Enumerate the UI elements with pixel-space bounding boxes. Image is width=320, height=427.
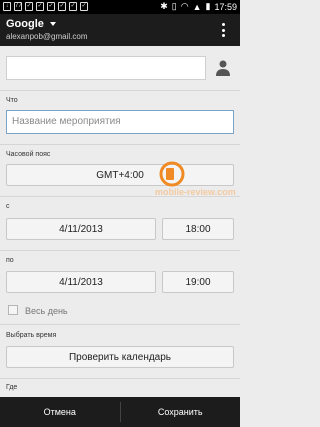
timezone-label: Часовой пояс <box>6 151 51 158</box>
action-bar: Google alexanpob@gmail.com <box>0 14 240 46</box>
save-button[interactable]: Сохранить <box>121 397 241 427</box>
calendar-field[interactable] <box>6 56 206 80</box>
event-form: Что Название мероприятия Часовой пояс GM… <box>0 46 240 397</box>
account-name: Google <box>6 18 44 30</box>
bottom-action-bar: Отмена Сохранить <box>0 397 240 427</box>
from-time-button[interactable]: 18:00 <box>162 218 234 240</box>
divider <box>0 324 240 325</box>
timezone-button[interactable]: GMT+4:00 <box>6 164 234 186</box>
divider <box>0 196 240 197</box>
from-date-button[interactable]: 4/11/2013 <box>6 218 156 240</box>
wifi-icon: ◠ <box>180 1 189 11</box>
signal-icon: ▲ <box>192 1 202 12</box>
vibrate-icon: ▯ <box>171 1 177 11</box>
what-label: Что <box>6 97 18 104</box>
divider <box>0 250 240 251</box>
status-time: 17:59 <box>214 1 237 12</box>
to-date-button[interactable]: 4/11/2013 <box>6 271 156 293</box>
pick-time-label: Выбрать время <box>6 332 57 339</box>
event-title-input[interactable]: Название мероприятия <box>6 110 234 134</box>
where-label: Где <box>6 384 18 391</box>
status-bar: ↓ 77 ✓ ✓ ✓ ✓ ✓ ✓ ✱ ▯ ◠ ▲ ▮ 17:59 <box>0 0 240 14</box>
divider <box>0 90 240 91</box>
account-selector[interactable]: Google <box>6 18 56 30</box>
caret-down-icon <box>49 22 56 27</box>
person-icon[interactable] <box>216 60 230 76</box>
download-icon: ↓ <box>3 2 11 11</box>
to-label: по <box>6 257 14 264</box>
check-icon: ✓ <box>47 2 55 11</box>
battery-icon: ▮ <box>205 1 211 11</box>
to-time-button[interactable]: 19:00 <box>162 271 234 293</box>
overflow-menu-icon[interactable] <box>222 23 226 37</box>
check-icon: ✓ <box>58 2 66 11</box>
check-icon: ✓ <box>69 2 77 11</box>
check-icon: ✓ <box>25 2 33 11</box>
divider <box>0 144 240 145</box>
check-icon: ✓ <box>80 2 88 11</box>
check-calendar-button[interactable]: Проверить календарь <box>6 346 234 368</box>
all-day-checkbox[interactable] <box>8 305 18 315</box>
all-day-label: Весь день <box>25 306 68 316</box>
bluetooth-icon: ✱ <box>160 1 168 11</box>
check-icon: ✓ <box>36 2 44 11</box>
notification-badge: 77 <box>14 2 22 11</box>
from-label: с <box>6 203 10 210</box>
cancel-button[interactable]: Отмена <box>0 397 120 427</box>
account-email: alexanpob@gmail.com <box>6 32 88 41</box>
divider <box>0 378 240 379</box>
